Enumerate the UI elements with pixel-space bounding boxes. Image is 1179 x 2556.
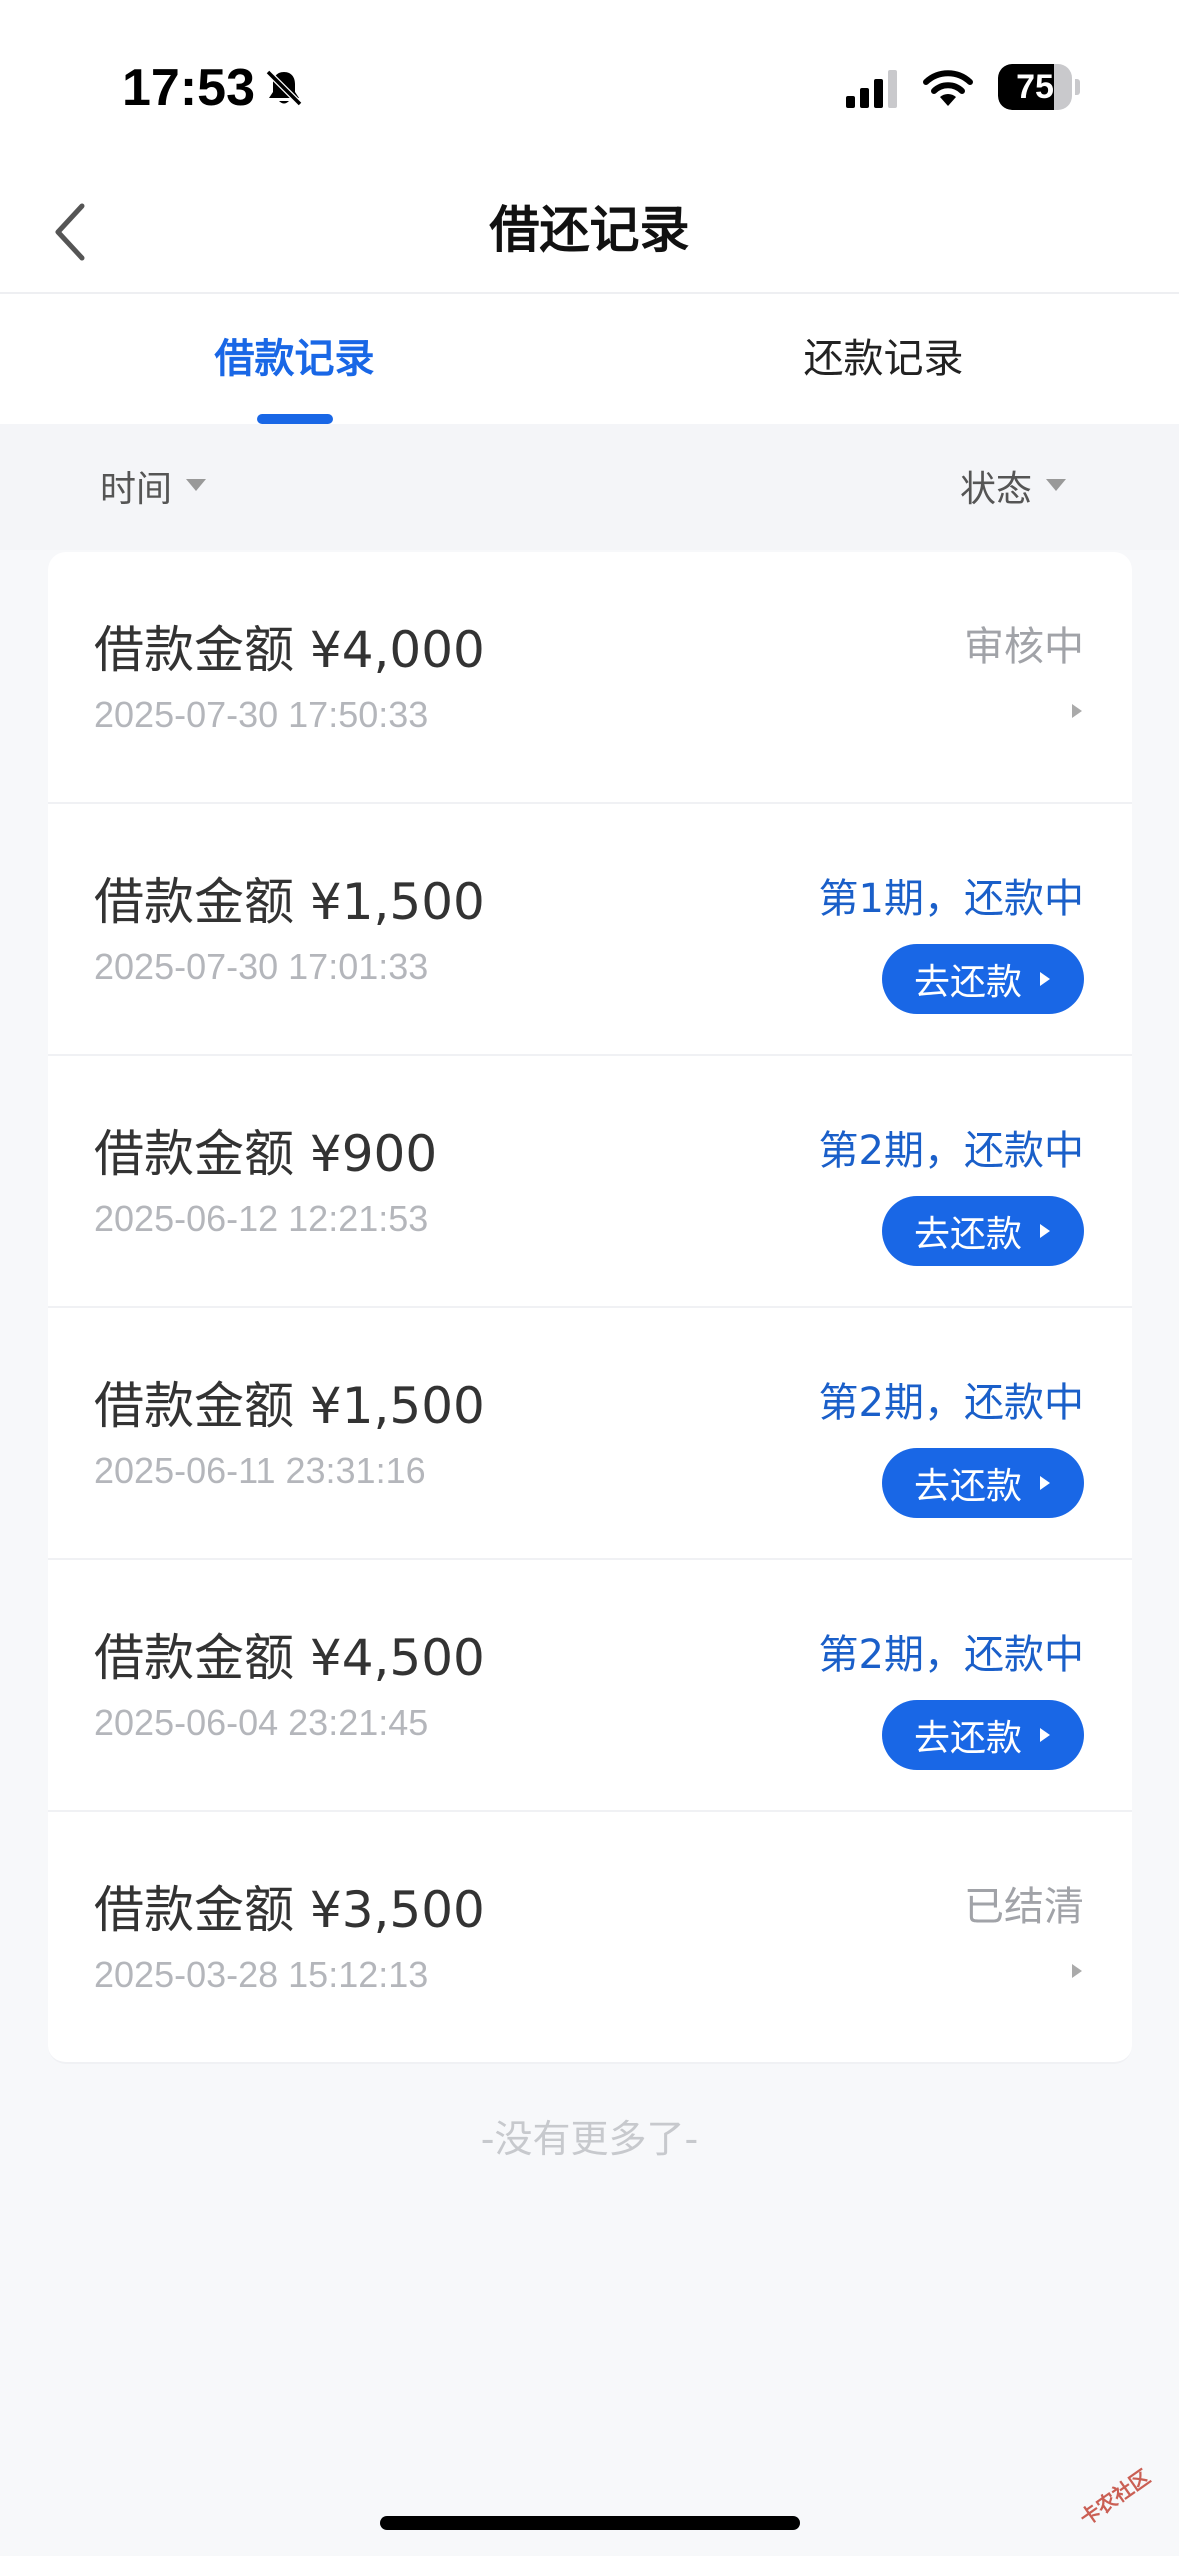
loan-record-card[interactable]: 借款金额 ¥1,500 2025-07-30 17:01:33 第1期，还款中 … xyxy=(48,804,1132,1056)
active-tab-indicator xyxy=(257,414,333,424)
caret-right-icon xyxy=(1040,1728,1050,1742)
repay-button[interactable]: 去还款 xyxy=(882,1700,1084,1770)
loan-date: 2025-06-11 23:31:16 xyxy=(94,1450,426,1491)
repay-button[interactable]: 去还款 xyxy=(882,1196,1084,1266)
loan-amount: 借款金额 ¥900 xyxy=(94,1125,438,1183)
repay-button-label: 去还款 xyxy=(913,1214,1022,1255)
loan-date: 2025-07-30 17:50:33 xyxy=(94,694,429,735)
caret-down-icon xyxy=(1046,479,1067,491)
status-filter-label: 状态 xyxy=(960,469,1033,510)
loan-amount: 借款金额 ¥1,500 xyxy=(94,1377,485,1435)
bell-off-icon xyxy=(265,69,303,107)
caret-right-icon xyxy=(1072,704,1082,718)
caret-right-icon xyxy=(1040,1224,1050,1238)
status-bar: 17:53 75 xyxy=(0,0,1179,170)
time-filter-label: 时间 xyxy=(100,469,173,510)
loan-record-card[interactable]: 借款金额 ¥3,500 2025-03-28 15:12:13 已结清 xyxy=(48,1812,1132,2064)
tab-bar: 借款记录 还款记录 xyxy=(0,294,1179,424)
caret-right-icon xyxy=(1040,1476,1050,1490)
no-more-text: -没有更多了- xyxy=(480,2117,699,2161)
watermark: 卡农社区 xyxy=(1075,2464,1155,2531)
time-filter[interactable]: 时间 xyxy=(100,460,207,512)
loan-status: 第2期，还款中 xyxy=(818,1632,1084,1678)
loan-status: 第2期，还款中 xyxy=(818,1380,1084,1426)
filter-row: 时间 状态 xyxy=(0,424,1179,550)
loan-record-card[interactable]: 借款金额 ¥900 2025-06-12 12:21:53 第2期，还款中 去还… xyxy=(48,1056,1132,1308)
loan-amount: 借款金额 ¥1,500 xyxy=(94,873,485,931)
loan-amount: 借款金额 ¥3,500 xyxy=(94,1881,485,1939)
loan-amount: 借款金额 ¥4,500 xyxy=(94,1629,485,1687)
caret-right-icon xyxy=(1040,972,1050,986)
loan-record-card[interactable]: 借款金额 ¥4,000 2025-07-30 17:50:33 审核中 xyxy=(48,552,1132,804)
loan-status: 审核中 xyxy=(964,624,1084,670)
tab-loan-records[interactable]: 借款记录 xyxy=(0,294,589,424)
loan-date: 2025-06-04 23:21:45 xyxy=(94,1702,429,1743)
repay-button-label: 去还款 xyxy=(913,1718,1022,1759)
loan-record-list: 借款金额 ¥4,000 2025-07-30 17:50:33 审核中 借款金额… xyxy=(48,552,1132,2064)
loan-status: 第2期，还款中 xyxy=(818,1128,1084,1174)
repay-button-label: 去还款 xyxy=(913,1466,1022,1507)
status-time: 17:53 xyxy=(122,59,255,117)
status-filter[interactable]: 状态 xyxy=(960,460,1067,512)
nav-bar: 借还记录 xyxy=(0,170,1179,294)
wifi-icon xyxy=(923,70,973,106)
battery-level: 75 xyxy=(1016,68,1054,106)
battery-indicator: 75 xyxy=(998,64,1080,110)
repay-button[interactable]: 去还款 xyxy=(882,1448,1084,1518)
repay-button[interactable]: 去还款 xyxy=(882,944,1084,1014)
caret-right-icon xyxy=(1072,1964,1082,1978)
loan-amount: 借款金额 ¥4,000 xyxy=(94,621,485,679)
loan-date: 2025-06-12 12:21:53 xyxy=(94,1198,429,1239)
loan-date: 2025-07-30 17:01:33 xyxy=(94,946,429,987)
page-title: 借还记录 xyxy=(489,201,690,259)
loan-record-card[interactable]: 借款金额 ¥4,500 2025-06-04 23:21:45 第2期，还款中 … xyxy=(48,1560,1132,1812)
loan-record-card[interactable]: 借款金额 ¥1,500 2025-06-11 23:31:16 第2期，还款中 … xyxy=(48,1308,1132,1560)
cellular-signal-icon xyxy=(846,70,897,108)
loan-date: 2025-03-28 15:12:13 xyxy=(94,1954,429,1995)
tab-repayment-records[interactable]: 还款记录 xyxy=(589,294,1178,424)
loan-status: 第1期，还款中 xyxy=(818,876,1084,922)
repay-button-label: 去还款 xyxy=(913,962,1022,1003)
loan-status: 已结清 xyxy=(964,1884,1084,1930)
caret-down-icon xyxy=(186,479,207,491)
home-indicator xyxy=(380,2516,800,2530)
